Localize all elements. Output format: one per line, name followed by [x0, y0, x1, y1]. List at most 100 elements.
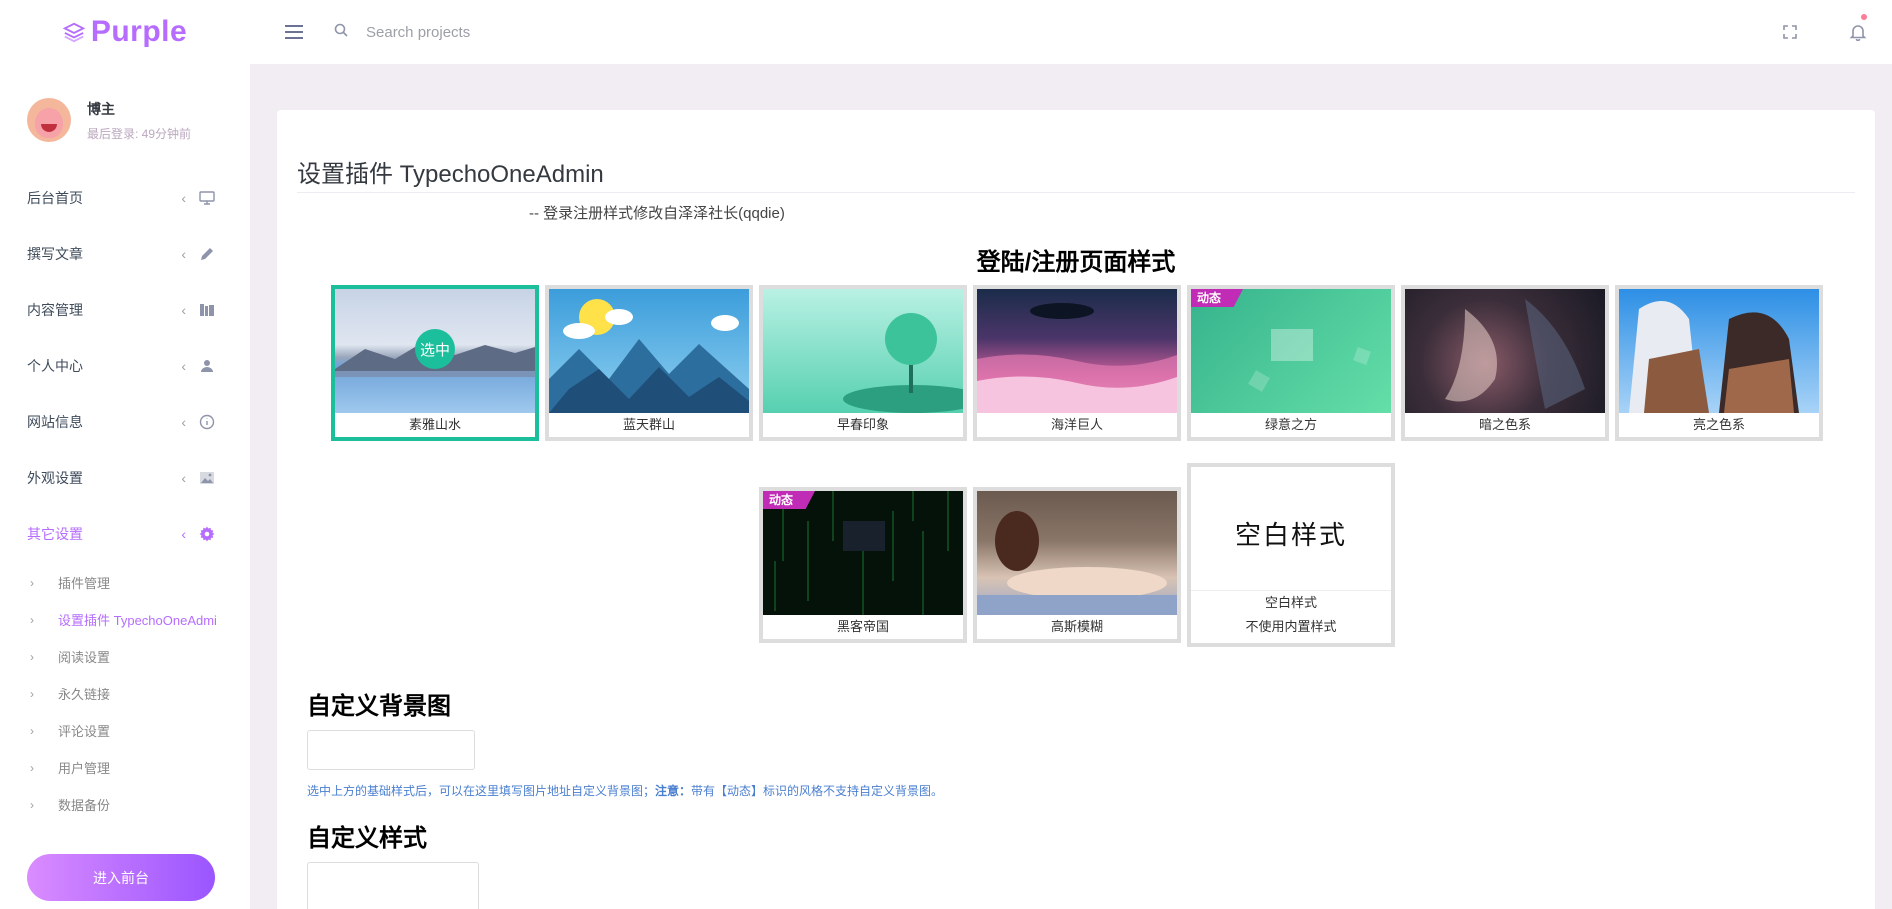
style-option-early-spring[interactable]: 早春印象 — [759, 285, 967, 441]
custom-css-textarea[interactable] — [307, 862, 479, 909]
style-preview-image — [549, 289, 749, 413]
sidebar-nav: 后台首页 ‹ 撰写文章 ‹ 内容管理 ‹ 个人中心 ‹ 网站信息 ‹ 外观设置 … — [0, 170, 250, 562]
chevron-right-icon: › — [30, 649, 34, 664]
chevron-left-icon: ‹ — [181, 246, 186, 262]
brand-logo[interactable]: Purple — [0, 0, 250, 64]
sidebar-item-write-post[interactable]: 撰写文章 ‹ — [0, 226, 250, 282]
sidebar-subitem-label: 设置插件 TypechoOneAdmin — [58, 613, 216, 628]
style-preview-image — [977, 289, 1177, 413]
sidebar-subitem-users[interactable]: › 用户管理 — [0, 749, 250, 786]
sidebar-item-label: 网站信息 — [27, 414, 83, 430]
style-preview-image — [763, 289, 963, 413]
chevron-right-icon: › — [30, 686, 34, 701]
sidebar-subitem-plugins[interactable]: › 插件管理 — [0, 564, 250, 601]
sidebar-subitem-label: 数据备份 — [58, 798, 111, 813]
style-name: 海洋巨人 — [1050, 417, 1103, 432]
chevron-right-icon: › — [30, 575, 34, 590]
chevron-left-icon: ‹ — [181, 190, 186, 206]
style-note: 不使用内置样式 — [1245, 619, 1337, 634]
layers-icon — [62, 21, 85, 43]
style-option-ocean-giant[interactable]: 海洋巨人 — [973, 285, 1181, 441]
page-subtitle: -- 登录注册样式修改自泽泽社长(qqdie) — [529, 205, 785, 222]
sidebar-subitem-backup[interactable]: › 数据备份 — [0, 786, 250, 823]
sidebar-item-label: 内容管理 — [27, 302, 83, 318]
style-preview-image: 动态 — [763, 491, 963, 615]
fullscreen-icon[interactable] — [1756, 0, 1824, 64]
monitor-icon — [198, 189, 216, 207]
page-title: 设置插件 TypechoOneAdmin — [297, 161, 604, 188]
content-card: 设置插件 TypechoOneAdmin -- 登录注册样式修改自泽泽社长(qq… — [277, 110, 1875, 909]
chevron-right-icon: › — [30, 723, 34, 738]
chevron-left-icon: ‹ — [181, 470, 186, 486]
avatar — [27, 98, 71, 142]
style-preview-image — [977, 491, 1177, 615]
sidebar-item-dashboard[interactable]: 后台首页 ‹ — [0, 170, 250, 226]
custom-bg-input[interactable] — [307, 730, 475, 770]
style-option-green-square[interactable]: 动态 绿意之方 — [1187, 285, 1395, 441]
sidebar-item-label: 其它设置 — [27, 526, 83, 542]
chevron-right-icon: › — [30, 612, 34, 627]
style-preview-image — [1619, 289, 1819, 413]
chevron-right-icon: › — [30, 760, 34, 775]
style-name: 空白样式 — [1264, 595, 1317, 610]
style-option-gaussian-blur[interactable]: 高斯模糊 — [973, 487, 1181, 643]
sidebar-item-other-settings[interactable]: 其它设置 ‹ — [0, 506, 250, 562]
brand-name: Purple — [90, 15, 188, 48]
sidebar-subitem-reading[interactable]: › 阅读设置 — [0, 638, 250, 675]
style-option-matrix[interactable]: 动态 黑客帝国 — [759, 487, 967, 643]
hint-suffix: 带有【动态】标识的风格不支持自定义背景图。 — [691, 784, 944, 798]
style-name: 绿意之方 — [1264, 417, 1317, 432]
menu-toggle-icon[interactable] — [282, 20, 306, 44]
sidebar-item-label: 撰写文章 — [27, 246, 83, 262]
style-option-dark-theme[interactable]: 暗之色系 — [1401, 285, 1609, 441]
style-name: 蓝天群山 — [622, 417, 675, 432]
style-option-light-theme[interactable]: 亮之色系 — [1615, 285, 1823, 441]
enter-frontend-button[interactable]: 进入前台 — [27, 854, 215, 901]
style-preview-image: 空白样式 — [1191, 467, 1391, 591]
selected-marker: 选中 — [415, 329, 455, 369]
sidebar-subitem-permalink[interactable]: › 永久链接 — [0, 675, 250, 712]
style-name: 高斯模糊 — [1050, 619, 1103, 634]
gear-icon — [198, 525, 216, 543]
search-input[interactable] — [366, 23, 666, 41]
style-name: 亮之色系 — [1692, 417, 1745, 432]
style-name: 暗之色系 — [1478, 417, 1531, 432]
last-login: 最后登录: 49分钟前 — [87, 126, 192, 141]
chevron-left-icon: ‹ — [181, 302, 186, 318]
chevron-left-icon: ‹ — [181, 358, 186, 374]
style-option-blue-sky[interactable]: 蓝天群山 — [545, 285, 753, 441]
style-preview-image — [1405, 289, 1605, 413]
style-name: 素雅山水 — [408, 417, 461, 432]
style-section-title: 登陆/注册页面样式 — [976, 249, 1176, 276]
custom-css-title: 自定义样式 — [307, 825, 427, 852]
profile[interactable]: 博主 最后登录: 49分钟前 — [0, 64, 250, 156]
sidebar-item-label: 个人中心 — [27, 358, 83, 374]
sidebar: 博主 最后登录: 49分钟前 后台首页 ‹ 撰写文章 ‹ 内容管理 ‹ 个人中心… — [0, 64, 250, 909]
sidebar-subitem-label: 插件管理 — [58, 576, 111, 591]
sidebar-subitem-label: 阅读设置 — [58, 650, 111, 665]
blank-style-preview-text: 空白样式 — [1234, 521, 1347, 551]
sidebar-subitem-comments[interactable]: › 评论设置 — [0, 712, 250, 749]
sidebar-item-profile[interactable]: 个人中心 ‹ — [0, 338, 250, 394]
custom-bg-hint: 选中上方的基础样式后，可以在这里填写图片地址自定义背景图；注意：带有【动态】标识… — [307, 782, 943, 799]
sidebar-item-content[interactable]: 内容管理 ‹ — [0, 282, 250, 338]
chevron-left-icon: ‹ — [181, 414, 186, 430]
user-icon — [198, 357, 216, 375]
sidebar-item-label: 后台首页 — [27, 190, 83, 206]
sidebar-item-appearance[interactable]: 外观设置 ‹ — [0, 450, 250, 506]
divider — [297, 192, 1855, 193]
chevron-left-icon: ‹ — [181, 526, 186, 542]
custom-bg-title: 自定义背景图 — [307, 693, 451, 720]
sidebar-subitem-plugin-config[interactable]: › 设置插件 TypechoOneAdmin — [0, 601, 250, 638]
style-preview-image: 选中 — [335, 289, 535, 413]
style-option-blank[interactable]: 空白样式 空白样式 不使用内置样式 — [1187, 463, 1395, 647]
sidebar-item-site-info[interactable]: 网站信息 ‹ — [0, 394, 250, 450]
search-icon — [334, 23, 348, 42]
sidebar-subitem-label: 永久链接 — [58, 687, 111, 702]
profile-name: 博主 — [87, 100, 115, 117]
top-navbar: Purple — [0, 0, 1892, 64]
notification-bell-icon[interactable] — [1824, 0, 1892, 64]
hint-prefix: 选中上方的基础样式后，可以在这里填写图片地址自定义背景图； — [307, 784, 656, 798]
style-option-sumiya[interactable]: 选中 素雅山水 — [331, 285, 539, 441]
sidebar-item-label: 外观设置 — [27, 470, 83, 486]
